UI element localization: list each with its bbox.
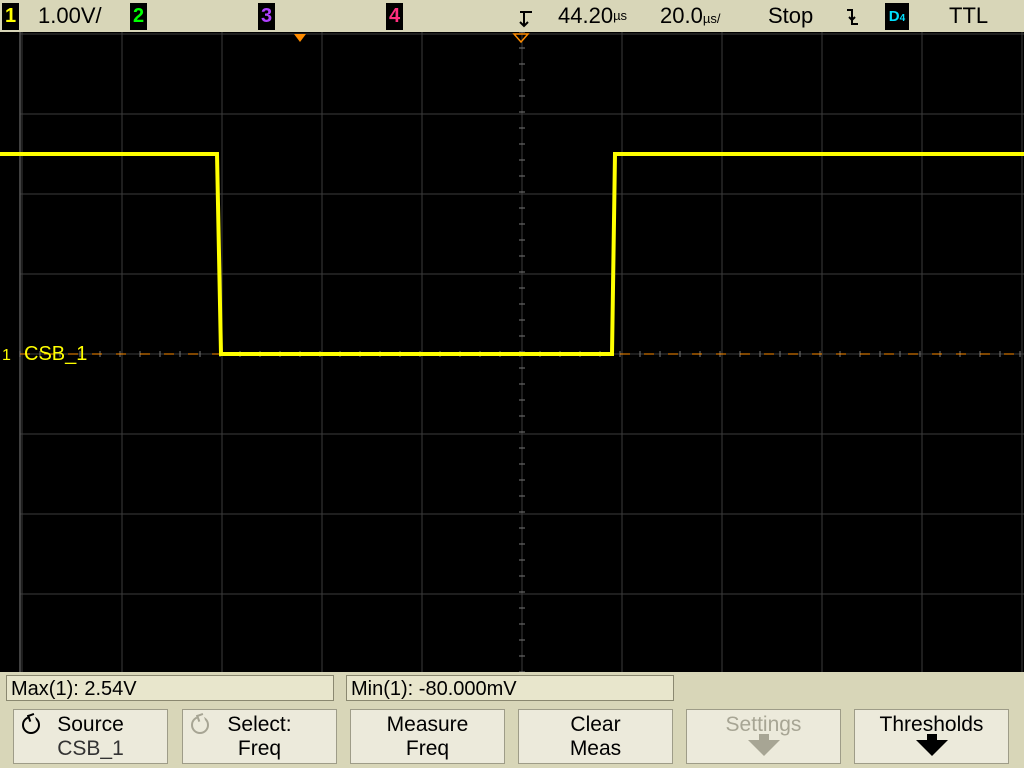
channel-label: CSB_1 (24, 343, 87, 365)
status-bar: 1 1.00V/ 2 3 4 44.20µs 20.0µs/ Stop D4 T… (0, 0, 1024, 32)
softkey-bar: Source CSB_1 Select: Freq Measure Freq C… (0, 706, 1024, 768)
select-softkey[interactable]: Select: Freq (182, 709, 337, 764)
softkey-value: Freq (405, 737, 450, 760)
softkey-label: Settings (725, 713, 802, 736)
timebase-readout: 20.0µs/ (660, 3, 720, 32)
channel-3-indicator[interactable]: 3 (258, 3, 275, 30)
source-softkey[interactable]: Source CSB_1 (13, 709, 168, 764)
waveform-display[interactable]: 1 CSB_1 (0, 32, 1024, 672)
min-measurement: Min(1): -80.000mV (346, 675, 674, 701)
chevron-down-icon (915, 740, 948, 756)
run-state: Stop (768, 3, 814, 28)
measure-softkey[interactable]: Measure Freq (350, 709, 505, 764)
settings-softkey[interactable]: Settings (686, 709, 841, 764)
thresholds-softkey[interactable]: Thresholds (854, 709, 1009, 764)
delay-value: 44.20 (558, 3, 614, 28)
threshold-readout: TTL (949, 3, 989, 28)
channel-4-indicator[interactable]: 4 (386, 3, 403, 30)
trigger-position-icon (519, 11, 532, 28)
trigger-point-marker (294, 34, 306, 42)
softkey-label: Select: (227, 713, 292, 736)
trigger-source: D (888, 8, 900, 25)
softkey-value: Meas (569, 737, 622, 760)
softkey-value: CSB_1 (57, 737, 124, 760)
falling-edge-icon (847, 9, 858, 25)
delay-readout: 44.20µs (558, 3, 627, 29)
measurement-bar: Max(1): 2.54V Min(1): -80.000mV (0, 672, 1024, 706)
delay-reference-marker (512, 33, 530, 44)
timebase-unit: µs/ (702, 11, 721, 26)
trigger-source-sub: 4 (899, 13, 906, 24)
channel-1-waveform (0, 152, 1024, 356)
softkey-value: Freq (237, 737, 282, 760)
softkey-label: Clear (570, 713, 621, 736)
channel-1-indicator[interactable]: 1 (2, 3, 19, 30)
softkey-label: Thresholds (879, 713, 984, 736)
channel-1-scale: 1.00V/ (38, 3, 102, 28)
max-measurement: Max(1): 2.54V (6, 675, 334, 701)
clear-meas-softkey[interactable]: Clear Meas (518, 709, 673, 764)
timebase-value: 20.0 (660, 3, 703, 28)
softkey-label: Source (57, 713, 124, 736)
channel-2-indicator[interactable]: 2 (130, 3, 147, 30)
softkey-label: Measure (386, 713, 469, 736)
chevron-down-icon (747, 740, 780, 756)
channel-1-ground-marker[interactable]: 1 (2, 347, 11, 364)
trigger-source-indicator[interactable]: D4 (885, 3, 909, 30)
delay-unit: µs (613, 8, 628, 23)
